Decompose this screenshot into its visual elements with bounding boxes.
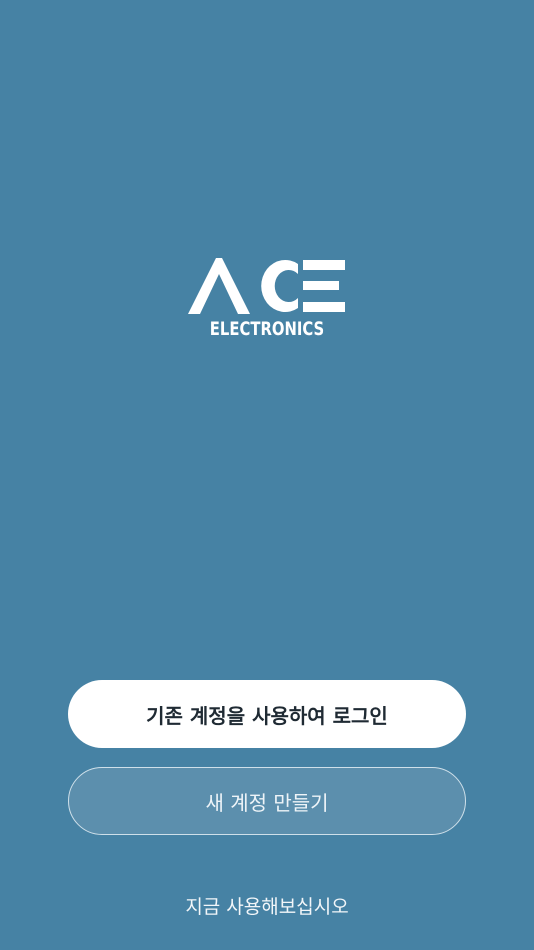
ace-logo-mark [188, 258, 345, 314]
onboarding-screen: ELECTRONICS 기존 계정을 사용하여 로그인 새 계정 만들기 지금 … [0, 0, 534, 950]
try-now-link[interactable]: 지금 사용해보십시오 [0, 894, 534, 920]
ace-electronics-logo: ELECTRONICS [186, 256, 348, 344]
create-account-label: 새 계정 만들기 [205, 790, 329, 815]
logo-subtitle: ELECTRONICS [209, 318, 325, 340]
create-account-button[interactable]: 새 계정 만들기 [68, 767, 466, 835]
login-existing-account-label: 기존 계정을 사용하여 로그인 [146, 703, 388, 728]
login-existing-account-button[interactable]: 기존 계정을 사용하여 로그인 [68, 680, 466, 748]
